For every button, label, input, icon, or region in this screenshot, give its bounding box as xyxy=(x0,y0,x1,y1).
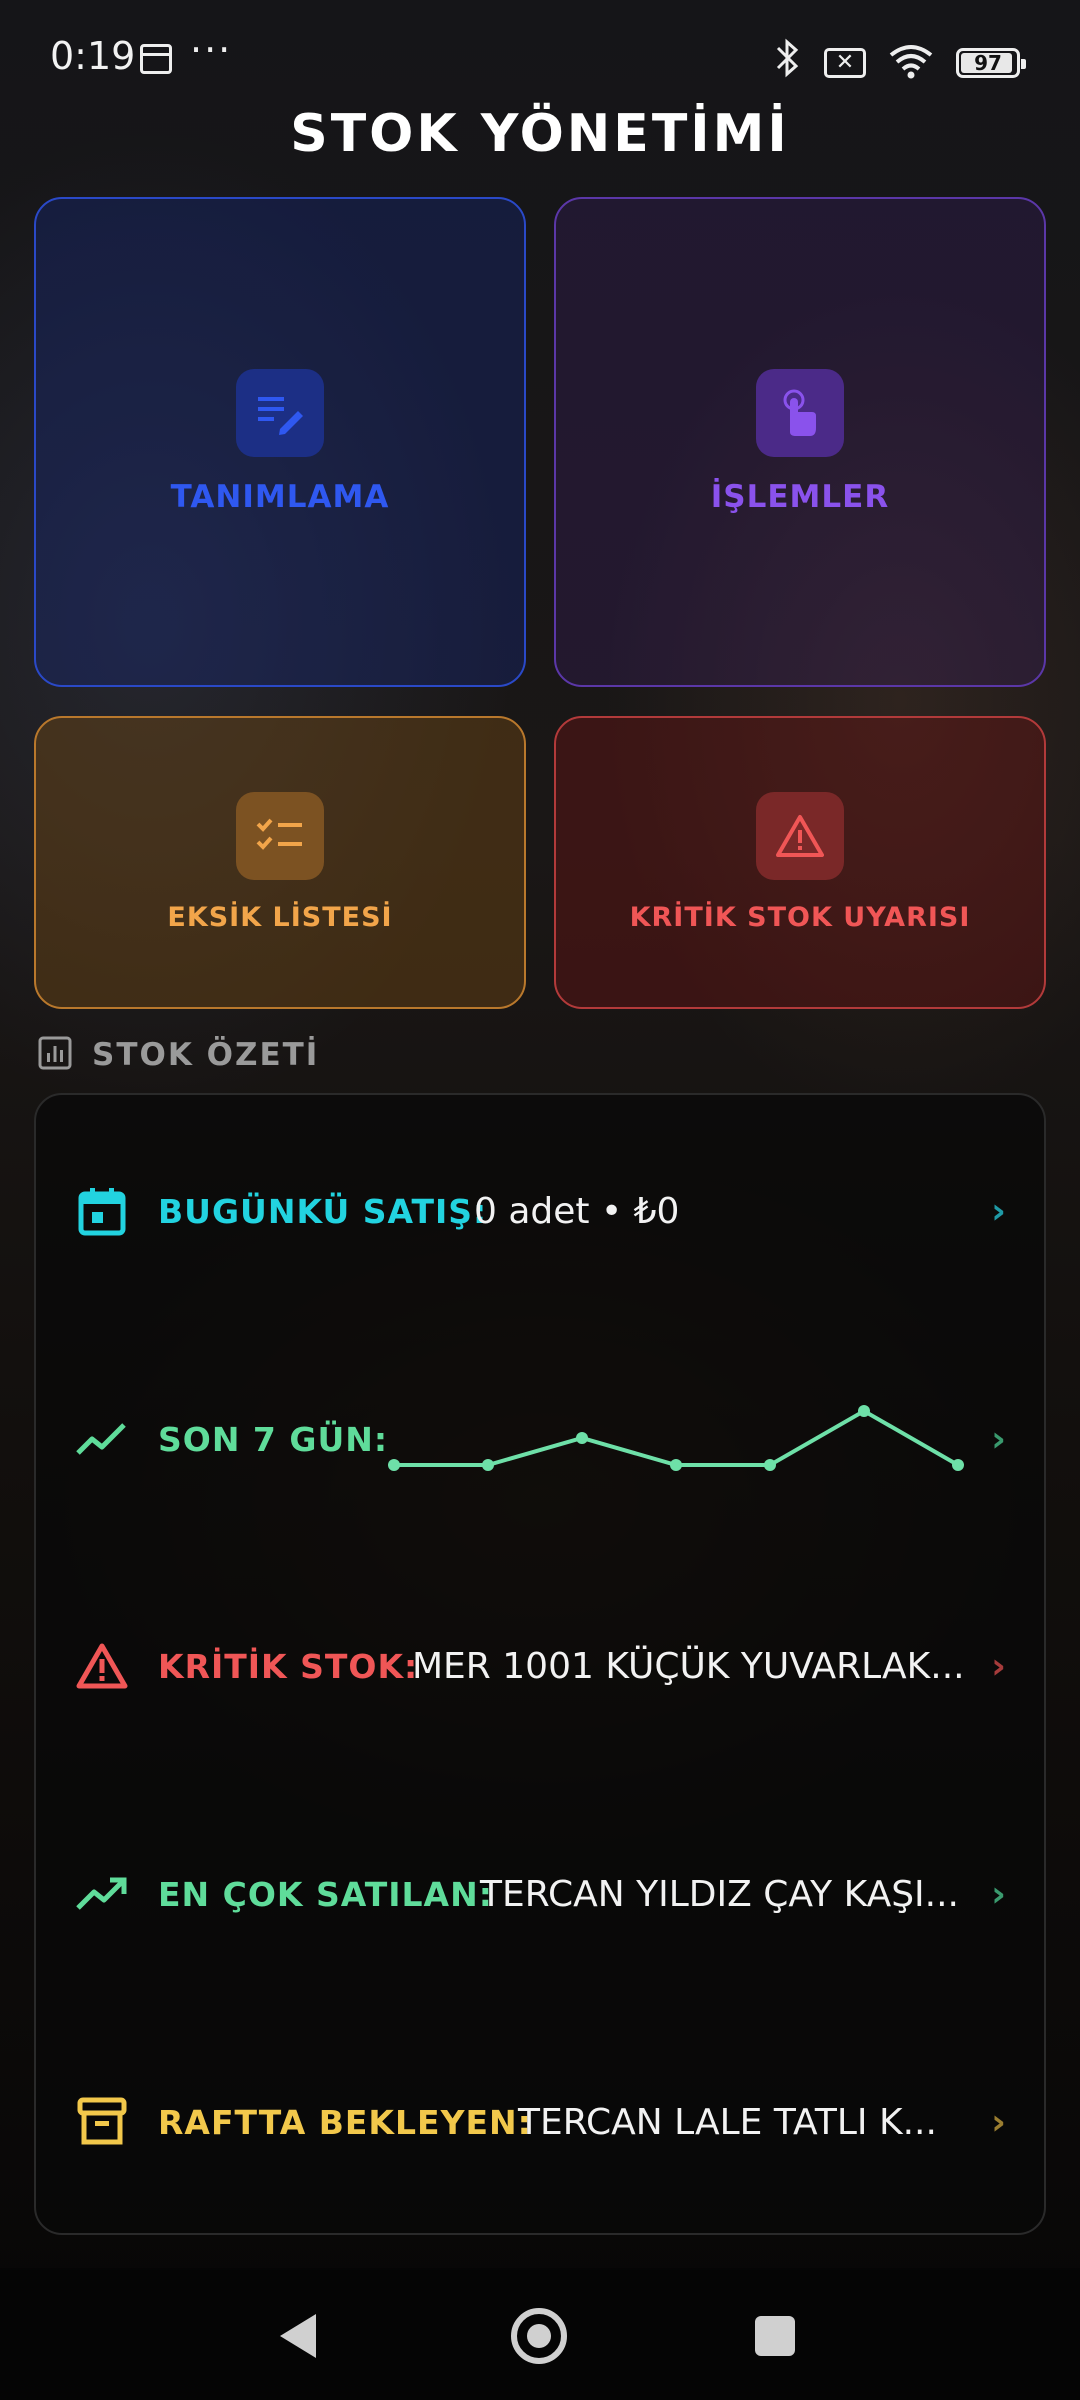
summary-value: MER 1001 KÜÇÜK YUVARLAK... xyxy=(412,1645,965,1687)
eksik-listesi-tile[interactable]: EKSİK LİSTESİ xyxy=(34,716,526,1009)
summary-row-en-cok-satilan[interactable]: EN ÇOK SATILAN: TERCAN YILDIZ ÇAY KAŞI..… xyxy=(36,1834,1048,1954)
summary-value: TERCAN YILDIZ ÇAY KAŞI... xyxy=(480,1873,960,1915)
bar-chart-icon xyxy=(38,1036,72,1074)
sparkline-point xyxy=(952,1459,964,1471)
chevron-right-icon: › xyxy=(991,2101,1006,2143)
sparkline-point xyxy=(670,1459,682,1471)
touch-hand-icon xyxy=(756,369,844,457)
summary-label: EN ÇOK SATILAN: xyxy=(158,1874,493,1914)
status-time: 0:19 xyxy=(50,34,136,78)
summary-label: RAFTTA BEKLEYEN: xyxy=(158,2102,532,2142)
chevron-right-icon: › xyxy=(991,1418,1006,1460)
status-bar: 0:19 ··· ✕ 97 xyxy=(0,0,1080,120)
tanimlama-label: TANIMLAMA xyxy=(170,479,390,515)
warning-icon xyxy=(74,1638,130,1694)
back-button[interactable] xyxy=(280,2314,316,2358)
stok-ozeti-title: STOK ÖZETİ xyxy=(92,1037,320,1073)
home-button[interactable] xyxy=(511,2308,567,2364)
islemler-tile[interactable]: İŞLEMLER xyxy=(554,197,1046,687)
warning-icon xyxy=(756,792,844,880)
summary-value: TERCAN LALE TATLI K... xyxy=(518,2101,937,2143)
kritik-stok-uyarisi-label: KRİTİK STOK UYARISI xyxy=(629,902,971,933)
more-dots: ··· xyxy=(190,28,233,72)
summary-row-son-7-gun[interactable]: SON 7 GÜN: › xyxy=(36,1379,1048,1499)
chevron-right-icon: › xyxy=(991,1873,1006,1915)
summary-label: SON 7 GÜN: xyxy=(158,1419,389,1459)
edit-list-icon xyxy=(236,369,324,457)
chevron-right-icon: › xyxy=(991,1645,1006,1687)
summary-label: BUGÜNKÜ SATIŞ: xyxy=(158,1191,488,1231)
calendar-icon xyxy=(140,44,172,74)
page-title: STOK YÖNETİMİ xyxy=(290,104,790,164)
kritik-stok-uyarisi-tile[interactable]: KRİTİK STOK UYARISI xyxy=(554,716,1046,1009)
sparkline-point xyxy=(858,1405,870,1417)
summary-row-raftta-bekleyen[interactable]: RAFTTA BEKLEYEN: TERCAN LALE TATLI K... … xyxy=(36,2062,1048,2182)
islemler-label: İŞLEMLER xyxy=(710,479,890,515)
chevron-right-icon: › xyxy=(991,1190,1006,1232)
battery-icon: 97 xyxy=(956,47,1026,78)
tanimlama-tile[interactable]: TANIMLAMA xyxy=(34,197,526,687)
checklist-icon xyxy=(236,792,324,880)
eksik-listesi-label: EKSİK LİSTESİ xyxy=(167,902,393,933)
sparkline-chart xyxy=(388,1405,964,1471)
sparkline-line xyxy=(394,1408,959,1467)
stok-ozeti-header: STOK ÖZETİ xyxy=(38,1036,319,1074)
sparkline-point xyxy=(764,1459,776,1471)
summary-value: 0 adet • ₺0 xyxy=(474,1190,680,1232)
no-sim-icon: ✕ xyxy=(824,47,866,78)
navigation-bar xyxy=(0,2268,1080,2400)
wifi-icon xyxy=(888,43,934,83)
trending-up-icon xyxy=(74,1866,130,1922)
battery-level: 97 xyxy=(974,50,1002,75)
recents-button[interactable] xyxy=(755,2316,795,2356)
bluetooth-icon xyxy=(772,38,802,87)
sparkline-point xyxy=(388,1459,400,1471)
sparkline-point xyxy=(482,1459,494,1471)
summary-row-bugunku-satis[interactable]: BUGÜNKÜ SATIŞ: 0 adet • ₺0 › xyxy=(36,1151,1048,1271)
summary-card: BUGÜNKÜ SATIŞ: 0 adet • ₺0 › SON 7 GÜN: … xyxy=(34,1093,1046,2235)
archive-icon xyxy=(74,2094,130,2150)
summary-row-kritik-stok[interactable]: KRİTİK STOK: MER 1001 KÜÇÜK YUVARLAK... … xyxy=(36,1606,1048,1726)
summary-label: KRİTİK STOK: xyxy=(158,1646,419,1686)
calendar-icon xyxy=(74,1183,130,1239)
sparkline-point xyxy=(576,1432,588,1444)
trend-icon xyxy=(74,1411,130,1467)
